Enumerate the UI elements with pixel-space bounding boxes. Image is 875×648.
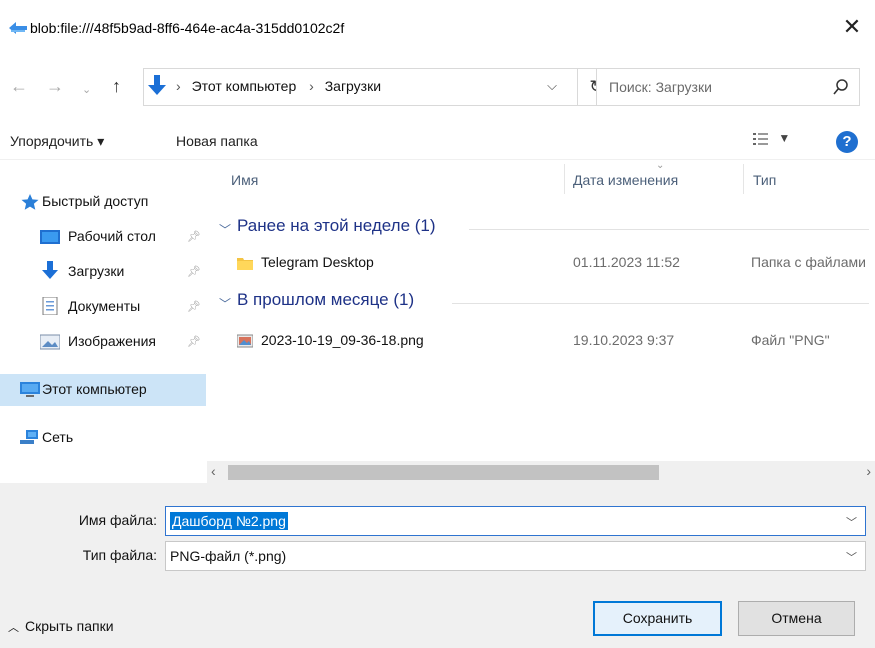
documents-icon	[42, 297, 58, 315]
breadcrumb-item-downloads[interactable]: Загрузки	[325, 78, 381, 94]
sidebar-item-downloads[interactable]: Загрузки 📌︎	[0, 256, 206, 288]
help-icon[interactable]: ?	[836, 131, 858, 153]
file-date: 01.11.2023 11:52	[573, 254, 680, 270]
group-title: В прошлом месяце (1)	[237, 290, 415, 309]
network-icon	[20, 430, 38, 444]
view-details-icon	[753, 132, 768, 145]
save-button[interactable]: Сохранить	[593, 601, 722, 636]
app-icon	[9, 22, 27, 34]
column-header-type[interactable]: Тип	[753, 172, 776, 188]
sidebar-item-label: Документы	[68, 298, 141, 314]
sort-indicator-icon: ⌄	[656, 160, 665, 171]
file-name: 2023-10-19_09-36-18.png	[261, 332, 424, 348]
desktop-icon	[40, 230, 60, 244]
filename-label: Имя файла:	[78, 512, 157, 528]
group-title: Ранее на этой неделе (1)	[237, 216, 436, 235]
title-bar: blob:file:///48f5b9ad-8ff6-464e-ac4a-315…	[0, 0, 875, 48]
address-dropdown-icon[interactable]: ⌵	[547, 78, 557, 94]
filetype-label: Тип файла:	[82, 547, 157, 563]
column-divider[interactable]	[743, 164, 744, 194]
pictures-icon	[40, 334, 60, 350]
file-type: Файл "PNG"	[751, 332, 830, 348]
pin-icon[interactable]: 📌︎	[187, 300, 201, 313]
search-icon[interactable]	[833, 78, 849, 96]
chevron-down-icon[interactable]: ﹀	[846, 549, 857, 565]
horizontal-scrollbar[interactable]: ‹ ›	[207, 461, 875, 483]
chevron-up-icon: ︿	[8, 622, 19, 634]
filename-field[interactable]: Дашборд №2.png ﹀	[165, 506, 866, 536]
column-header-date[interactable]: Дата изменения	[573, 172, 678, 188]
scroll-left-icon[interactable]: ‹	[211, 463, 216, 479]
list-item[interactable]: Telegram Desktop 01.11.2023 11:52 Папка …	[207, 250, 875, 278]
scroll-right-icon[interactable]: ›	[866, 463, 871, 479]
column-header-name[interactable]: Имя	[231, 172, 258, 188]
chevron-down-icon[interactable]: ﹀	[846, 514, 857, 530]
search-placeholder: Поиск: Загрузки	[609, 79, 712, 95]
close-button[interactable]: ✕	[837, 14, 867, 40]
cancel-button[interactable]: Отмена	[738, 601, 855, 636]
organize-button[interactable]: Упорядочить ▾	[10, 133, 104, 150]
column-divider[interactable]	[564, 164, 565, 194]
sidebar-item-pictures[interactable]: Изображения 📌︎	[0, 326, 206, 358]
command-bar: Упорядочить ▾ Новая папка ▼ ?	[0, 120, 875, 160]
pin-icon[interactable]: 📌︎	[187, 335, 201, 348]
chevron-down-icon: ﹀	[219, 223, 232, 237]
group-header[interactable]: ﹀ В прошлом месяце (1)	[207, 290, 875, 316]
up-icon[interactable]: ↑	[112, 76, 121, 96]
filename-value: Дашборд №2.png	[170, 512, 288, 530]
file-type: Папка с файлами	[751, 254, 866, 270]
group-header[interactable]: ﹀ Ранее на этой неделе (1)	[207, 216, 875, 242]
folder-icon	[237, 258, 253, 270]
group-divider	[469, 229, 869, 230]
back-icon[interactable]: ←	[10, 76, 28, 96]
sidebar-item-network[interactable]: Сеть	[0, 422, 206, 454]
sidebar-item-quick-access[interactable]: Быстрый доступ	[0, 186, 206, 218]
download-icon	[42, 261, 58, 279]
list-item[interactable]: 2023-10-19_09-36-18.png 19.10.2023 9:37 …	[207, 328, 875, 356]
file-name: Telegram Desktop	[261, 254, 374, 270]
sidebar-item-label: Быстрый доступ	[42, 193, 149, 209]
sidebar-item-label: Этот компьютер	[42, 381, 147, 397]
pin-icon[interactable]: 📌︎	[187, 230, 201, 243]
forward-icon[interactable]: →	[46, 76, 64, 96]
filetype-select[interactable]: PNG-файл (*.png) ﹀	[165, 541, 866, 571]
downloads-arrow-icon	[148, 75, 166, 95]
sidebar-item-documents[interactable]: Документы 📌︎	[0, 291, 206, 323]
hide-folders-button[interactable]: ︿ Скрыть папки	[8, 618, 114, 635]
window-title: blob:file:///48f5b9ad-8ff6-464e-ac4a-315…	[30, 20, 345, 36]
search-input[interactable]: Поиск: Загрузки	[596, 68, 860, 106]
sidebar-item-label: Изображения	[68, 333, 156, 349]
computer-icon	[20, 382, 40, 397]
view-dropdown-icon: ▼	[778, 131, 791, 145]
sidebar-item-label: Загрузки	[68, 263, 125, 279]
sidebar-item-label: Рабочий стол	[68, 228, 156, 244]
recent-locations-chevron-icon[interactable]: ⌄	[82, 80, 91, 100]
group-divider	[452, 303, 869, 304]
filetype-value: PNG-файл (*.png)	[170, 548, 287, 564]
image-file-icon	[237, 334, 253, 348]
breadcrumb-item-computer[interactable]: Этот компьютер	[192, 78, 297, 94]
sidebar-item-this-pc[interactable]: Этот компьютер	[0, 374, 206, 406]
breadcrumb-separator-icon: ›	[309, 78, 314, 94]
address-bar[interactable]: › Этот компьютер › Загрузки ⌵	[143, 68, 578, 106]
star-icon	[21, 194, 39, 210]
sidebar-item-desktop[interactable]: Рабочий стол 📌︎	[0, 221, 206, 253]
file-list: ⌄ Имя Дата изменения Тип ﹀ Ранее на этой…	[207, 160, 875, 458]
save-panel: Имя файла: Дашборд №2.png ﹀ Тип файла: P…	[0, 483, 875, 648]
breadcrumb-separator-icon: ›	[176, 78, 181, 94]
breadcrumb: › Этот компьютер › Загрузки	[176, 78, 381, 94]
address-row: ← → ⌄ ↑ › Этот компьютер › Загрузки ⌵ ↻ …	[0, 68, 875, 106]
hide-folders-label: Скрыть папки	[25, 618, 114, 634]
file-date: 19.10.2023 9:37	[573, 332, 675, 348]
view-options-button[interactable]: ▼	[753, 131, 797, 151]
pin-icon[interactable]: 📌︎	[187, 265, 201, 278]
new-folder-button[interactable]: Новая папка	[176, 133, 258, 149]
scrollbar-thumb[interactable]	[228, 465, 659, 480]
navigation-pane: Быстрый доступ Рабочий стол 📌︎ Загрузки …	[0, 170, 206, 482]
sidebar-item-label: Сеть	[42, 429, 74, 445]
chevron-down-icon: ﹀	[219, 297, 232, 311]
